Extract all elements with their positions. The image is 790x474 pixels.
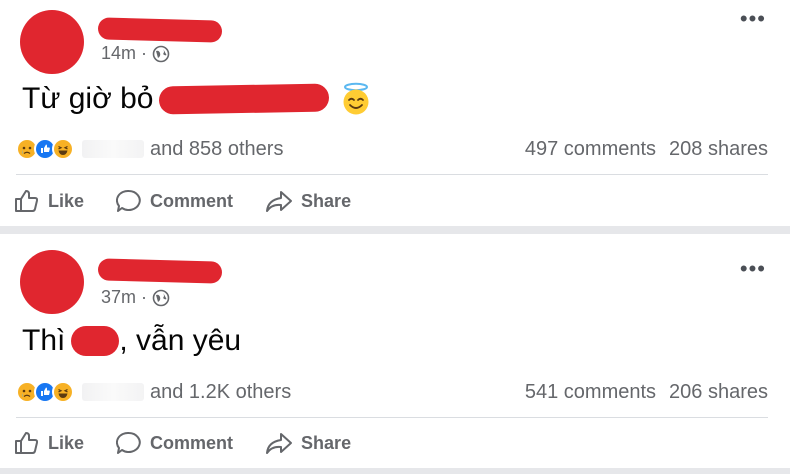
share-label: Share [301, 190, 352, 211]
post-actions: Like Comment Share [14, 428, 351, 458]
thumbs-up-icon [14, 189, 40, 213]
post-separator [0, 468, 790, 474]
like-label: Like [48, 432, 85, 453]
speech-bubble-icon [116, 189, 142, 213]
post: 37m · ••• Thì , vẫn yêu and 1.2K others … [0, 234, 790, 468]
news-feed: 14m · ••• Từ giờ bỏ and 858 others 497 c… [0, 0, 790, 474]
post: 14m · ••• Từ giờ bỏ and 858 others 497 c… [0, 0, 790, 226]
haha-reaction-icon [52, 381, 74, 403]
globe-icon [152, 289, 170, 307]
meta-dot: · [141, 287, 148, 307]
engagement-counts: 497 comments 208 shares [525, 138, 768, 161]
post-text-prefix: Từ giờ bỏ [22, 82, 154, 115]
avatar[interactable] [20, 250, 84, 314]
comment-button[interactable]: Comment [116, 431, 233, 455]
redacted-text [71, 326, 120, 356]
reactions-summary[interactable]: and 1.2K others [16, 381, 291, 404]
post-text-suffix: , vẫn yêu [119, 324, 242, 357]
post-time[interactable]: 14m [101, 43, 136, 64]
like-button[interactable]: Like [14, 431, 84, 455]
haha-reaction-icon [52, 138, 74, 160]
share-arrow-icon [265, 431, 293, 455]
divider [16, 417, 768, 418]
post-text: Từ giờ bỏ [22, 82, 373, 116]
divider [16, 174, 768, 175]
post-stats: and 1.2K others 541 comments 206 shares [16, 377, 768, 407]
redacted-reactor-names [82, 140, 144, 158]
smiling-face-with-halo-icon [339, 82, 373, 116]
comment-label: Comment [150, 190, 234, 211]
meta-dot: · [141, 43, 148, 63]
more-options-button[interactable]: ••• [740, 258, 766, 280]
share-label: Share [301, 432, 352, 453]
avatar[interactable] [20, 10, 84, 74]
engagement-counts: 541 comments 206 shares [525, 381, 768, 404]
comment-count[interactable]: 497 comments [525, 138, 656, 161]
author-name-redacted[interactable] [97, 17, 223, 43]
post-stats: and 858 others 497 comments 208 shares [16, 134, 768, 164]
like-button[interactable]: Like [14, 189, 84, 213]
post-meta: 14m · [101, 43, 170, 64]
post-text-prefix: Thì [22, 324, 66, 357]
comment-count[interactable]: 541 comments [525, 381, 656, 404]
post-actions: Like Comment Share [14, 186, 351, 216]
share-arrow-icon [265, 189, 293, 213]
reaction-count[interactable]: and 858 others [150, 138, 283, 161]
share-count[interactable]: 208 shares [669, 138, 768, 161]
redacted-text [159, 83, 330, 115]
comment-button[interactable]: Comment [116, 189, 233, 213]
comment-label: Comment [150, 432, 234, 453]
reaction-count[interactable]: and 1.2K others [150, 381, 291, 404]
like-label: Like [48, 190, 85, 211]
post-meta: 37m · [101, 287, 170, 308]
post-text: Thì , vẫn yêu [22, 324, 241, 358]
redacted-reactor-names [82, 383, 144, 401]
post-time[interactable]: 37m [101, 287, 136, 308]
more-options-button[interactable]: ••• [740, 8, 766, 30]
author-name-redacted[interactable] [97, 258, 223, 284]
thumbs-up-icon [14, 431, 40, 455]
share-count[interactable]: 206 shares [669, 381, 768, 404]
globe-icon [152, 45, 170, 63]
post-separator [0, 226, 790, 234]
speech-bubble-icon [116, 431, 142, 455]
share-button[interactable]: Share [265, 189, 351, 213]
share-button[interactable]: Share [265, 431, 351, 455]
reactions-summary[interactable]: and 858 others [16, 138, 283, 161]
